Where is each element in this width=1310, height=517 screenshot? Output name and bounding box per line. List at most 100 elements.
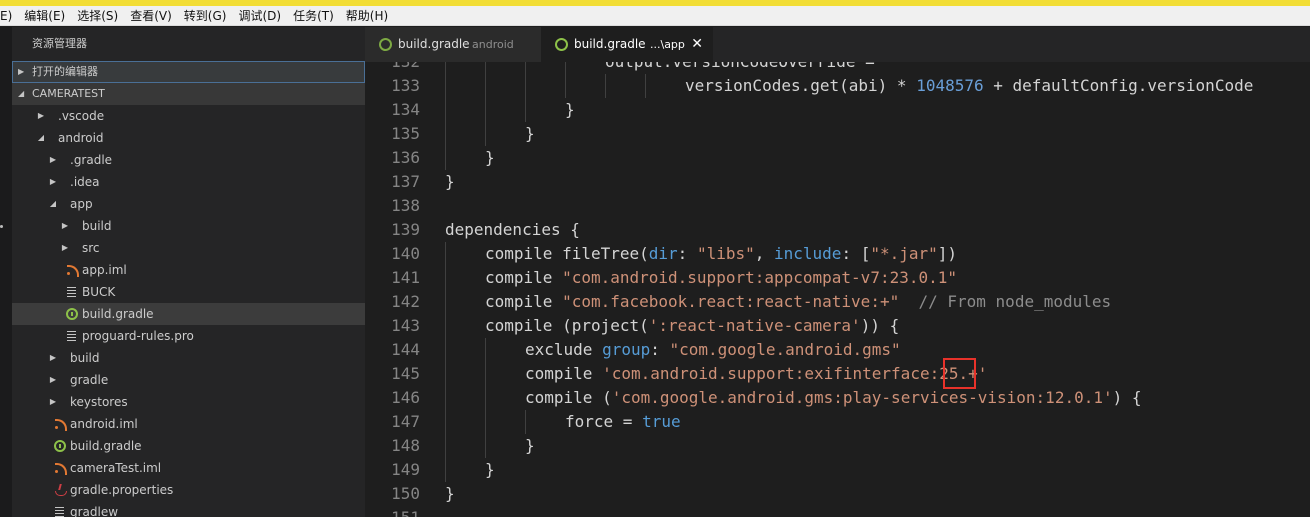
tree-folder[interactable]: ▶ build [12,215,365,237]
indent-guide [485,74,486,98]
tree-file[interactable]: android.iml [12,413,365,435]
tree-folder[interactable]: ▶ gradle [12,369,365,391]
tree-file[interactable]: build.gradle [12,435,365,457]
line-number: 139 [391,220,420,239]
indent-guide [645,74,646,98]
activity-indicator [0,225,3,228]
tree-file[interactable]: cameraTest.iml [12,457,365,479]
tab-app-build-gradle[interactable]: build.gradle ...\app ✕ [541,27,713,62]
indent-guide [525,74,526,98]
line-number: 144 [391,340,420,359]
tree-item-label: keystores [70,395,128,409]
chevron-right-icon: ▶ [37,111,45,120]
line-number: 151 [365,506,420,517]
indent-guide [445,314,446,338]
code-line: } [525,122,535,146]
code-editor[interactable]: 132 133 134 135 136 137 138 139 140 141 142 143 144 1… [365,62,1310,517]
tree-folder[interactable]: ▶ src [12,237,365,259]
tree-item-label: app [70,197,93,211]
tree-file[interactable]: gradle.properties [12,479,365,501]
code-token: "com.android.support:appcompat-v7:23.0.1… [562,268,958,287]
line-number: 138 [391,196,420,215]
tab-bar: build.gradle android build.gradle ...\ap… [365,27,1310,62]
lines-icon [66,330,78,342]
line-number: 141 [391,268,420,287]
menu-file[interactable]: E) [0,6,18,26]
indent-guide [485,122,486,146]
code-token: group [602,340,651,359]
line-number: 147 [391,412,420,431]
tree-file[interactable]: build.gradle [12,303,365,325]
code-line: } [485,146,495,170]
chevron-down-icon: ◢ [49,199,57,208]
tree-folder[interactable]: ▶ .idea [12,171,365,193]
menu-goto[interactable]: 转到(G) [178,6,233,26]
code-token: , [754,244,774,263]
chevron-right-icon: ▶ [61,221,69,230]
tree-item-label: gradle.properties [70,483,174,497]
tab-filename: build.gradle [398,37,470,51]
indent-guide [445,266,446,290]
menu-view[interactable]: 查看(V) [124,6,178,26]
code-token: exclude [525,340,603,359]
indent-guide [445,242,446,266]
tree-file[interactable]: BUCK [12,281,365,303]
menu-tasks[interactable]: 任务(T) [287,6,340,26]
code-line: dependencies { [445,218,580,242]
tree-folder[interactable]: ▶ .gradle [12,149,365,171]
menu-help[interactable]: 帮助(H) [340,6,394,26]
close-icon[interactable]: ✕ [691,27,703,62]
code-token: include [774,244,842,263]
code-line: versionCodes.get(abi) * 1048576 + defaul… [685,74,1253,98]
code-line: compile 'com.android.support:exifinterfa… [525,362,987,386]
activity-bar [0,27,12,517]
menu-edit[interactable]: 编辑(E) [18,6,71,26]
code-line: compile ('com.google.android.gms:play-se… [525,386,1142,410]
line-number: 148 [391,436,420,455]
tree-folder[interactable]: ▶ .vscode [12,105,365,127]
code-token: versionCodes.get(abi) * [685,76,917,95]
line-number: 150 [391,484,420,503]
tree-file[interactable]: proguard-rules.pro [12,325,365,347]
gradle-icon [379,38,392,51]
code-line: compile (project(':react-native-camera')… [485,314,899,338]
tab-android-build-gradle[interactable]: build.gradle android [365,27,541,62]
indent-guide [445,362,446,386]
code-line: compile "com.facebook.react:react-native… [485,290,1111,314]
chevron-right-icon: ▶ [49,177,57,186]
code-token: } [565,100,575,119]
indent-guide [445,338,446,362]
project-section[interactable]: ◢ CAMERATEST [12,83,365,105]
line-number: 133 [391,76,420,95]
menu-debug[interactable]: 调试(D) [232,6,287,26]
indent-guide [445,434,446,458]
open-editors-section[interactable]: ▶ 打开的编辑器 [12,61,365,83]
menu-selection[interactable]: 选择(S) [71,6,124,26]
tab-description: ...\app [650,38,685,51]
tree-folder[interactable]: ▶ keystores [12,391,365,413]
code-line: } [445,170,455,194]
tree-folder[interactable]: ◢ app [12,193,365,215]
chevron-down-icon: ◢ [18,89,25,98]
code-line: } [445,482,455,506]
line-number-gutter: 132 133 134 135 136 137 138 139 140 141 142 143 144 1… [365,62,420,517]
code-token: : [ [841,244,871,263]
tree-item-label: build [82,219,112,233]
tree-folder[interactable]: ▶ build [12,347,365,369]
indent-guide [445,62,446,74]
indent-guide [525,410,526,434]
code-token: "*.jar" [870,244,938,263]
tree-file[interactable]: gradlew [12,501,365,517]
tree-file[interactable]: app.iml [12,259,365,281]
code-token: "com.google.android.gms" [669,340,901,359]
tree-folder[interactable]: ◢ android [12,127,365,149]
line-number: 132 [365,62,420,74]
chevron-right-icon: ▶ [61,243,69,252]
code-token: dir [648,244,678,263]
rss-icon [54,462,67,475]
tree-item-label: proguard-rules.pro [82,329,194,343]
tree-item-label: BUCK [82,285,116,299]
chevron-right-icon: ▶ [49,397,57,406]
code-token: ) { [1112,388,1142,407]
open-editors-label: 打开的编辑器 [32,65,98,78]
